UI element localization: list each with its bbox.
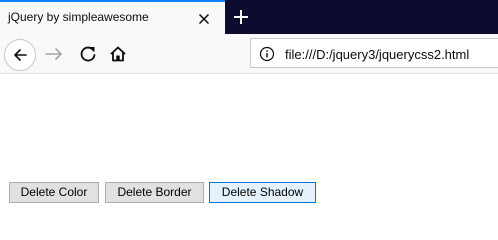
delete-border-button[interactable]: Delete Border <box>105 182 204 203</box>
forward-button[interactable] <box>40 40 68 68</box>
home-icon <box>110 46 126 62</box>
forward-arrow-icon <box>45 48 62 60</box>
url-bar[interactable]: file:///D:/jquery3/jquerycss2.html <box>250 38 498 68</box>
nav-toolbar: file:///D:/jquery3/jquerycss2.html <box>0 34 498 74</box>
tab-strip: jQuery by simpleawesome <box>0 0 498 34</box>
url-text[interactable]: file:///D:/jquery3/jquerycss2.html <box>285 47 469 62</box>
plus-icon[interactable] <box>228 4 254 30</box>
reload-button[interactable] <box>74 40 102 68</box>
back-button[interactable] <box>4 39 36 71</box>
home-button[interactable] <box>104 40 132 68</box>
tab-title: jQuery by simpleawesome <box>8 10 149 24</box>
active-tab[interactable]: jQuery by simpleawesome <box>0 0 225 34</box>
delete-color-button[interactable]: Delete Color <box>9 182 99 203</box>
page-content: Delete Color Delete Border Delete Shadow <box>0 75 498 218</box>
delete-shadow-button[interactable]: Delete Shadow <box>209 182 316 203</box>
info-icon[interactable] <box>259 46 275 62</box>
reload-icon <box>80 46 96 62</box>
back-arrow-icon <box>14 49 27 61</box>
close-icon[interactable] <box>196 11 212 27</box>
